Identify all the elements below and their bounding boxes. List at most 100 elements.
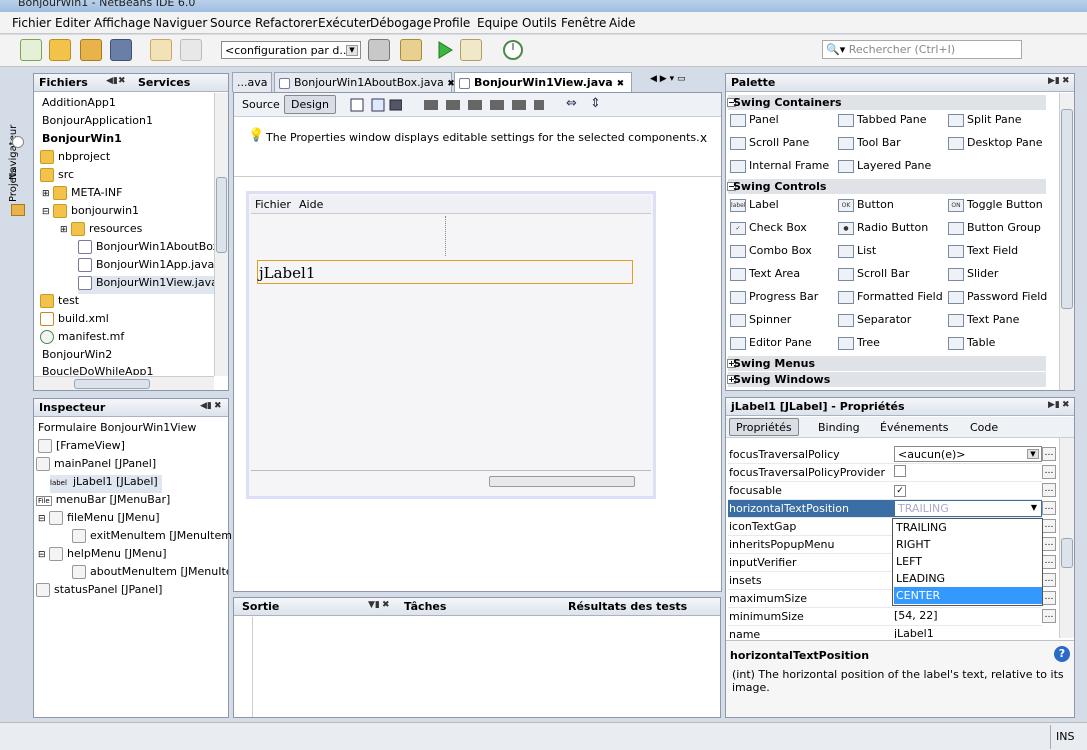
tab-code[interactable]: Code — [964, 419, 1004, 437]
design-tab[interactable]: Design — [284, 95, 336, 114]
menu-executer[interactable]: Exécuter — [318, 16, 371, 30]
property-row[interactable]: name jLabel1 — [728, 626, 1042, 638]
palette-section-menus[interactable]: + Swing Menus — [727, 356, 1046, 371]
palette-item[interactable]: Scroll Pane — [730, 136, 809, 150]
open-project-icon[interactable] — [80, 39, 102, 61]
expand-icon[interactable]: ⊞ — [60, 225, 68, 235]
properties-vscroll[interactable] — [1059, 438, 1074, 638]
resize-vertical-icon[interactable]: ⇕ — [590, 96, 601, 111]
tree-item[interactable]: BoucleDoWhileApp1 — [42, 365, 154, 375]
inspector-item[interactable]: File menuBar [JMenuBar] — [36, 493, 170, 511]
tab-sortie[interactable]: Sortie — [242, 600, 279, 613]
resize-horizontal-icon[interactable]: ⇔ — [566, 96, 577, 111]
tab-evenements[interactable]: Événements — [874, 419, 954, 437]
selection-mode-icon[interactable] — [350, 97, 403, 113]
tree-item[interactable]: nbproject — [40, 150, 110, 168]
menu-fichier[interactable]: Fichier — [12, 16, 51, 30]
save-all-icon[interactable] — [110, 39, 132, 61]
palette-item[interactable]: Layered Pane — [838, 159, 931, 173]
palette-item[interactable]: Tree — [838, 336, 880, 350]
jlabel1-component[interactable]: jLabel1 — [257, 260, 633, 284]
ellipsis-button[interactable]: … — [1042, 447, 1056, 461]
inspector-item[interactable]: ⊟ fileMenu [JMenu] — [38, 511, 160, 529]
menu-refactorer[interactable]: Refactorer — [255, 16, 317, 30]
inspector-item[interactable]: mainPanel [JPanel] — [36, 457, 156, 475]
tree-item[interactable]: ⊟ bonjourwin1 — [42, 204, 139, 222]
new-file-icon[interactable] — [20, 39, 42, 61]
property-value-select[interactable]: TRAILING ▼ — [894, 500, 1042, 517]
property-row-selected[interactable]: horizontalTextPosition TRAILING ▼ — [728, 500, 1042, 518]
collapse-icon[interactable]: ⊟ — [38, 550, 46, 560]
configuration-select[interactable]: <configuration par d... ▼ — [221, 41, 361, 59]
scroll-thumb[interactable] — [1061, 538, 1073, 568]
tab-scroll-icon[interactable]: ◀ ▶ ▾ ▭ — [650, 74, 685, 84]
palette-item[interactable]: Text Area — [730, 267, 800, 281]
palette-item[interactable]: Text Field — [948, 244, 1018, 258]
scroll-thumb[interactable] — [1061, 109, 1073, 309]
tab-resultats-tests[interactable]: Résultats des tests — [568, 600, 687, 613]
collapse-icon[interactable]: ⊟ — [38, 514, 46, 524]
clean-build-icon[interactable] — [400, 39, 422, 61]
menu-equipe[interactable]: Equipe — [477, 16, 518, 30]
debug-icon[interactable] — [460, 39, 482, 61]
profile-icon[interactable] — [502, 39, 524, 61]
run-icon[interactable] — [434, 39, 456, 61]
ellipsis-button[interactable]: … — [1042, 555, 1056, 569]
menu-affichage[interactable]: Affichage — [94, 16, 150, 30]
tab-fichiers[interactable]: Fichiers — [39, 76, 88, 89]
inspector-item[interactable]: Formulaire BonjourWin1View — [38, 421, 196, 439]
ellipsis-button[interactable]: … — [1042, 519, 1056, 533]
tab-binding[interactable]: Binding — [812, 419, 866, 437]
tree-item[interactable]: ⊞ META-INF — [42, 186, 122, 204]
inspector-item[interactable]: statusPanel [JPanel] — [36, 583, 162, 601]
palette-item[interactable]: OK Button — [838, 198, 894, 212]
palette-item[interactable]: Tool Bar — [838, 136, 901, 150]
palette-section-containers[interactable]: − Swing Containers — [727, 95, 1046, 110]
palette-item[interactable]: ✓ Check Box — [730, 221, 807, 235]
close-icon[interactable]: ✖ — [118, 76, 126, 86]
tree-item[interactable]: BonjourWin1 — [42, 132, 122, 150]
palette-item[interactable]: Button Group — [948, 221, 1041, 235]
help-icon[interactable]: ? — [1054, 646, 1070, 662]
property-row[interactable]: focusTraversalPolicy <aucun(e)> ▼ — [728, 446, 1042, 464]
ellipsis-button[interactable]: … — [1042, 609, 1056, 623]
tree-item[interactable]: BonjourApplication1 — [42, 114, 153, 132]
palette-section-controls[interactable]: − Swing Controls — [727, 179, 1046, 194]
ellipsis-button[interactable]: … — [1042, 483, 1056, 497]
close-icon[interactable]: ✖ — [617, 79, 625, 89]
menu-fenetre[interactable]: Fenêtre — [561, 16, 606, 30]
menu-outils[interactable]: Outils — [522, 16, 557, 30]
tree-item[interactable]: src — [40, 168, 74, 186]
minimize-icon[interactable]: ◀▮ — [106, 76, 118, 86]
menu-profile[interactable]: Profile — [433, 16, 470, 30]
form-menu-fichier[interactable]: Fichier — [255, 198, 291, 211]
palette-item[interactable]: Desktop Pane — [948, 136, 1042, 150]
minimize-icon[interactable]: ▶▮ — [1048, 76, 1060, 86]
palette-item[interactable]: Password Field — [948, 290, 1047, 304]
hint-close-button[interactable]: x — [700, 131, 707, 145]
inspector-item[interactable]: [FrameView] — [38, 439, 125, 457]
expand-icon[interactable]: ⊞ — [42, 189, 50, 199]
ellipsis-button[interactable]: … — [1042, 537, 1056, 551]
palette-item[interactable]: ● Radio Button — [838, 221, 928, 235]
tree-item[interactable]: BonjourWin2 — [42, 348, 112, 366]
ellipsis-button[interactable]: … — [1042, 501, 1056, 515]
redo-icon[interactable] — [180, 39, 202, 61]
palette-item[interactable]: Progress Bar — [730, 290, 818, 304]
palette-item[interactable]: Separator — [838, 313, 911, 327]
palette-item[interactable]: Formatted Field — [838, 290, 943, 304]
close-icon[interactable]: ✖ — [1062, 76, 1070, 86]
scroll-thumb[interactable] — [216, 177, 227, 253]
inspector-item[interactable]: ⊟ helpMenu [JMenu] — [38, 547, 167, 565]
tree-item[interactable]: ⊞ resources — [60, 222, 142, 240]
tab-proprietes[interactable]: Propriétés — [729, 418, 799, 436]
property-row[interactable]: focusTraversalPolicyProvider — [728, 464, 1042, 482]
ellipsis-button[interactable]: … — [1042, 573, 1056, 587]
palette-item[interactable]: Slider — [948, 267, 998, 281]
dropdown-option[interactable]: LEADING — [894, 570, 1042, 587]
tree-item[interactable]: AdditionApp1 — [42, 96, 116, 114]
palette-item[interactable]: List — [838, 244, 876, 258]
minimize-icon[interactable]: ▼▮ — [368, 600, 380, 610]
source-tab[interactable]: Source — [242, 98, 280, 111]
palette-item[interactable]: Spinner — [730, 313, 791, 327]
